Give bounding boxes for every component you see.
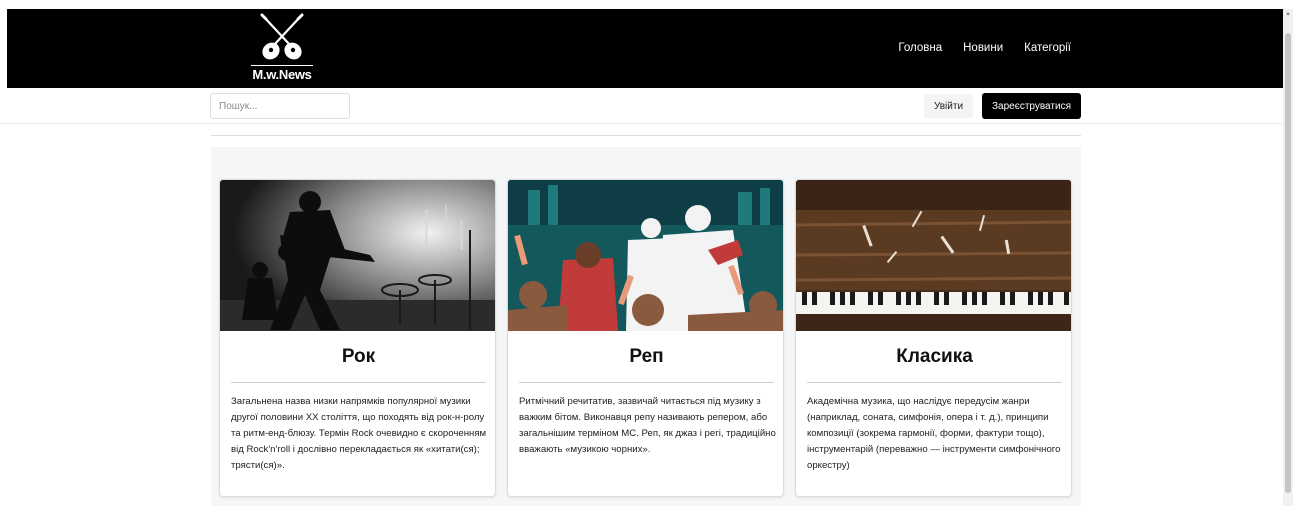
nav-item-news[interactable]: Новини (963, 42, 1003, 54)
register-button[interactable]: Зареєструватися (982, 93, 1081, 119)
category-section: Рок Загальнена назва низки напрямків поп… (211, 147, 1081, 506)
search-auth-bar: Увійти Зареєструватися (0, 88, 1283, 124)
card-image-rap (508, 180, 783, 331)
card-title-rock: Рок (341, 346, 376, 367)
category-card-rap[interactable]: Реп Ритмічний речитатив, зазвичай читаєт… (507, 179, 784, 497)
card-divider (519, 382, 774, 383)
page-scrollbar[interactable]: ▲ (1283, 9, 1293, 506)
logo-text: M.w.News (251, 65, 313, 82)
card-title-rap: Реп (629, 346, 664, 367)
card-image-rock (220, 180, 495, 331)
card-text-rock: Загальнена назва низки напрямків популяр… (231, 396, 487, 471)
nav-item-home[interactable]: Головна (898, 42, 942, 54)
card-divider (231, 382, 486, 383)
main-nav: Головна Новини Категорії (898, 42, 1071, 54)
window-top-strip (0, 0, 1293, 9)
scroll-up-icon[interactable]: ▲ (1285, 11, 1291, 17)
search-input[interactable] (210, 93, 350, 119)
card-text-rap: Ритмічний речитатив, зазвичай читається … (519, 396, 776, 455)
category-card-classic[interactable]: Класика Академічна музика, що наслідує п… (795, 179, 1072, 497)
card-title-classic: Класика (896, 346, 973, 367)
card-text-classic: Академічна музика, що наслідує передусім… (807, 396, 1061, 471)
category-card-rock[interactable]: Рок Загальнена назва низки напрямків поп… (219, 179, 496, 497)
login-button[interactable]: Увійти (924, 94, 973, 118)
card-divider (807, 382, 1062, 383)
site-header: M.w.News Головна Новини Категорії (7, 9, 1283, 88)
content-divider (211, 135, 1081, 136)
crossed-guitars-icon (260, 13, 304, 60)
card-image-classic (796, 180, 1071, 331)
nav-item-categories[interactable]: Категорії (1024, 42, 1071, 54)
site-logo[interactable]: M.w.News (251, 13, 313, 83)
scrollbar-thumb[interactable] (1285, 33, 1291, 493)
